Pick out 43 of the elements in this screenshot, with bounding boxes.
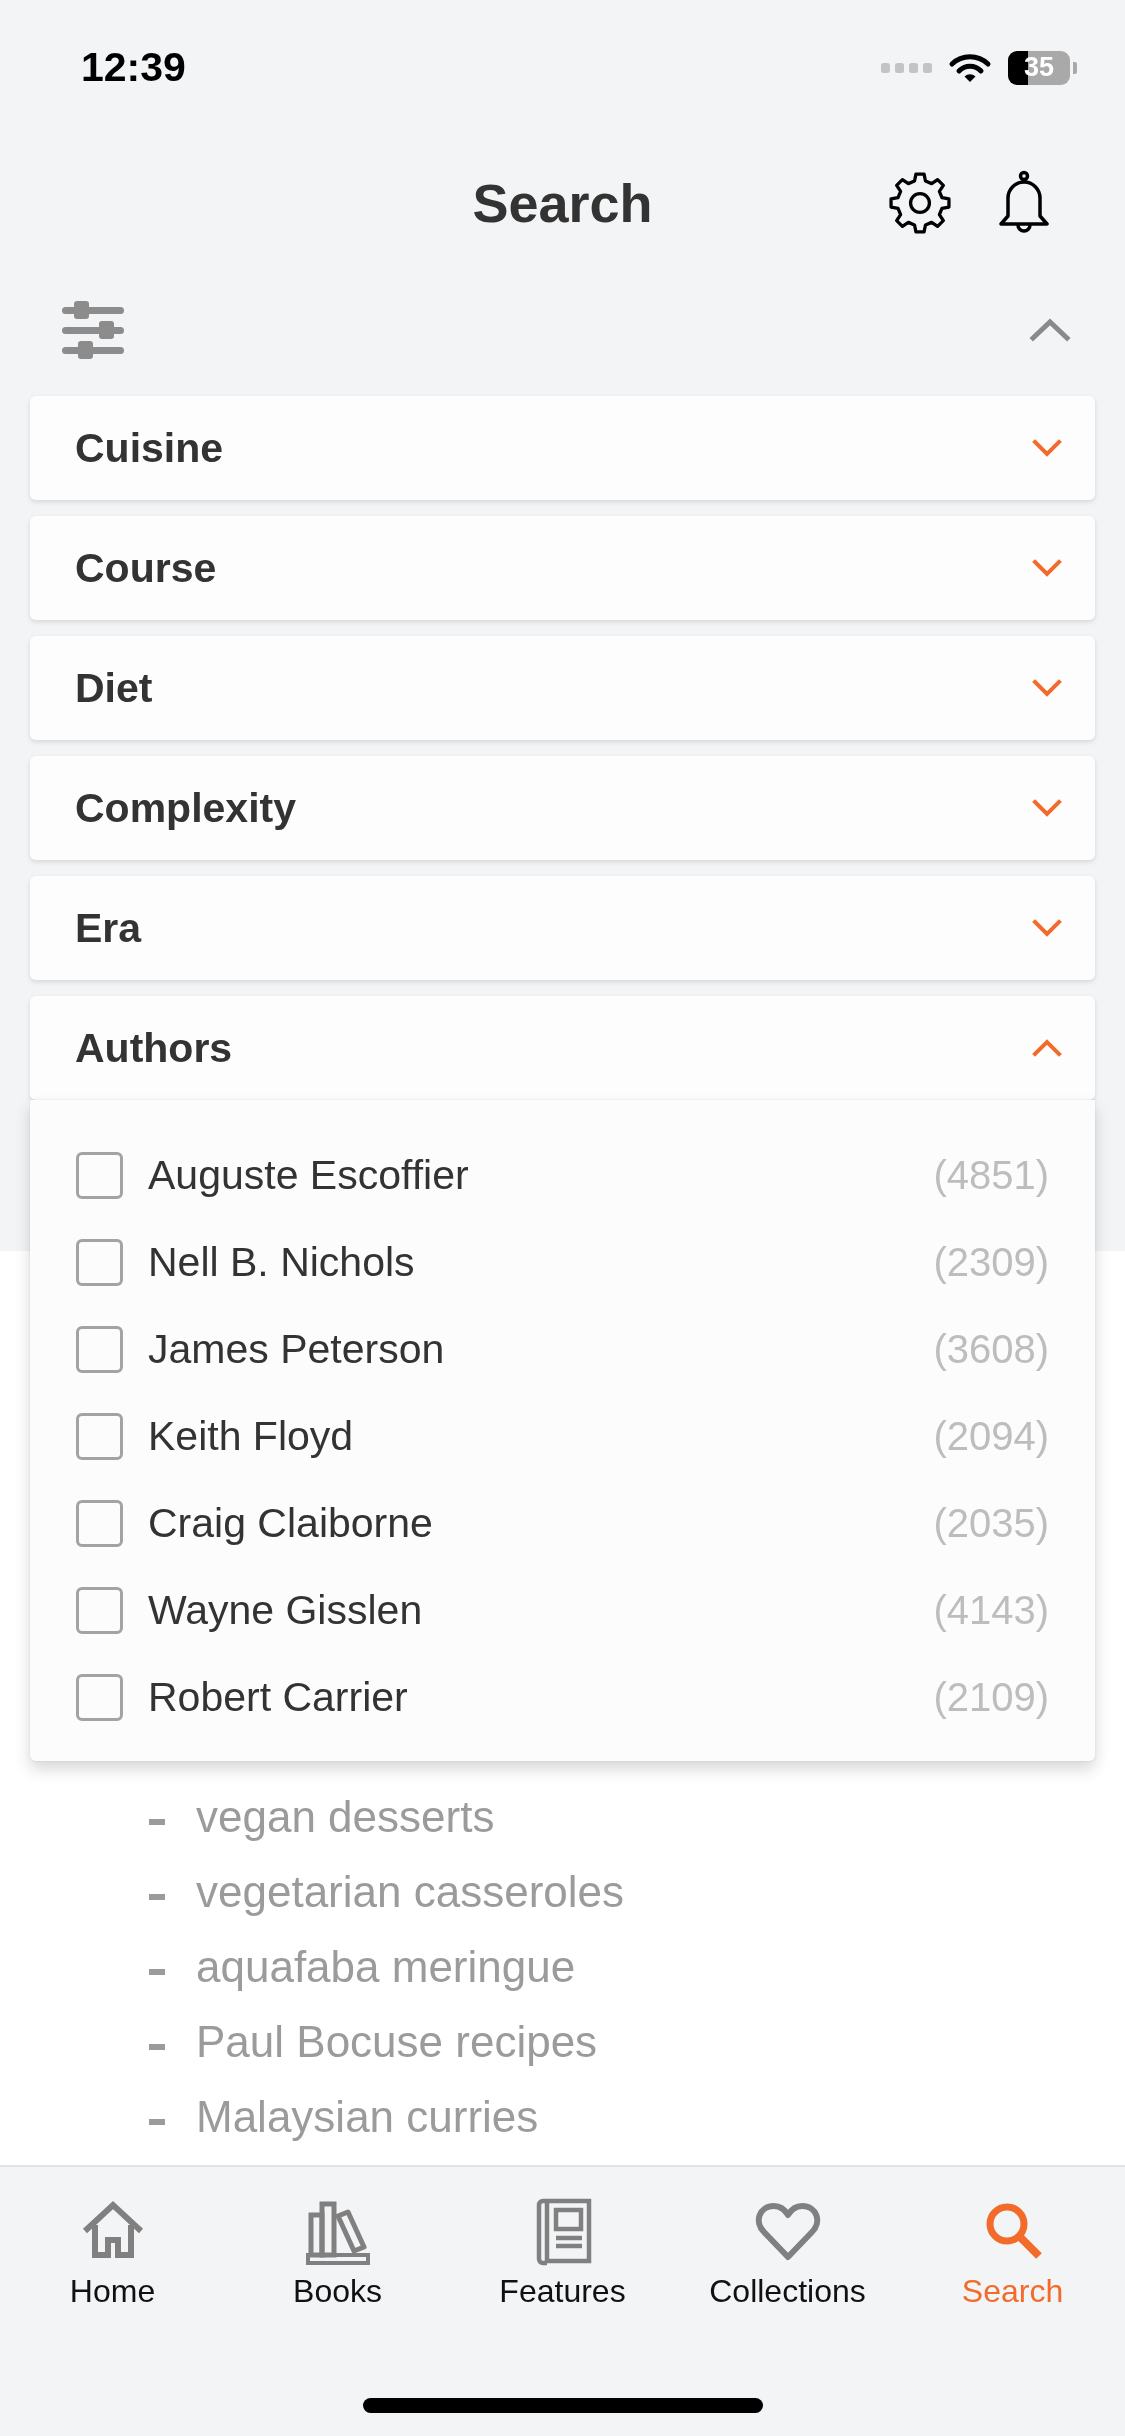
dash-icon — [149, 1968, 165, 1975]
dash-icon — [149, 2043, 165, 2050]
option-count: (4143) — [933, 1588, 1049, 1633]
tab-item[interactable]: Features — [450, 2195, 675, 2310]
sliders-icon[interactable] — [62, 301, 124, 359]
accordion-header[interactable]: Era — [30, 876, 1095, 980]
accordion-header[interactable]: Course — [30, 516, 1095, 620]
tab-item[interactable]: Home — [0, 2195, 225, 2310]
option-count: (2035) — [933, 1501, 1049, 1546]
dash-icon — [149, 1818, 165, 1825]
option-label: Craig Claiborne — [148, 1500, 434, 1547]
accordion-header[interactable]: Diet — [30, 636, 1095, 740]
accordion-header[interactable]: Authors — [30, 996, 1095, 1100]
status-time: 12:39 — [81, 44, 186, 91]
option-label: Robert Carrier — [148, 1674, 409, 1721]
dash-icon — [149, 1893, 165, 1900]
accordion-header[interactable]: Cuisine — [30, 396, 1095, 500]
settings-icon[interactable] — [887, 169, 953, 236]
option-count: (4851) — [933, 1153, 1049, 1198]
checkbox[interactable] — [76, 1239, 123, 1286]
checkbox[interactable] — [76, 1413, 123, 1460]
option-count: (2094) — [933, 1414, 1049, 1459]
dash-icon — [149, 2118, 165, 2125]
option-label: Auguste Escoffier — [148, 1152, 470, 1199]
option-count: (2309) — [933, 1240, 1049, 1285]
chevron-up-icon[interactable] — [1028, 317, 1072, 343]
checkbox[interactable] — [76, 1326, 123, 1373]
tab-item[interactable]: Books — [225, 2195, 450, 2310]
option-count: (3608) — [933, 1327, 1049, 1372]
wifi-icon — [948, 51, 992, 84]
checkbox[interactable] — [76, 1152, 123, 1199]
page-title: Search — [472, 171, 653, 234]
signal-dots-icon — [881, 62, 932, 73]
tab-item[interactable]: Collections — [675, 2195, 900, 2310]
option-count: (2109) — [933, 1675, 1049, 1720]
accordion-header[interactable]: Complexity — [30, 756, 1095, 860]
option-label: James Peterson — [148, 1326, 446, 1373]
checkbox[interactable] — [76, 1587, 123, 1634]
option-label: Wayne Gisslen — [148, 1587, 424, 1634]
option-label: Nell B. Nichols — [148, 1239, 416, 1286]
checkbox[interactable] — [76, 1674, 123, 1721]
option-label: Keith Floyd — [148, 1413, 355, 1460]
checkbox[interactable] — [76, 1500, 123, 1547]
